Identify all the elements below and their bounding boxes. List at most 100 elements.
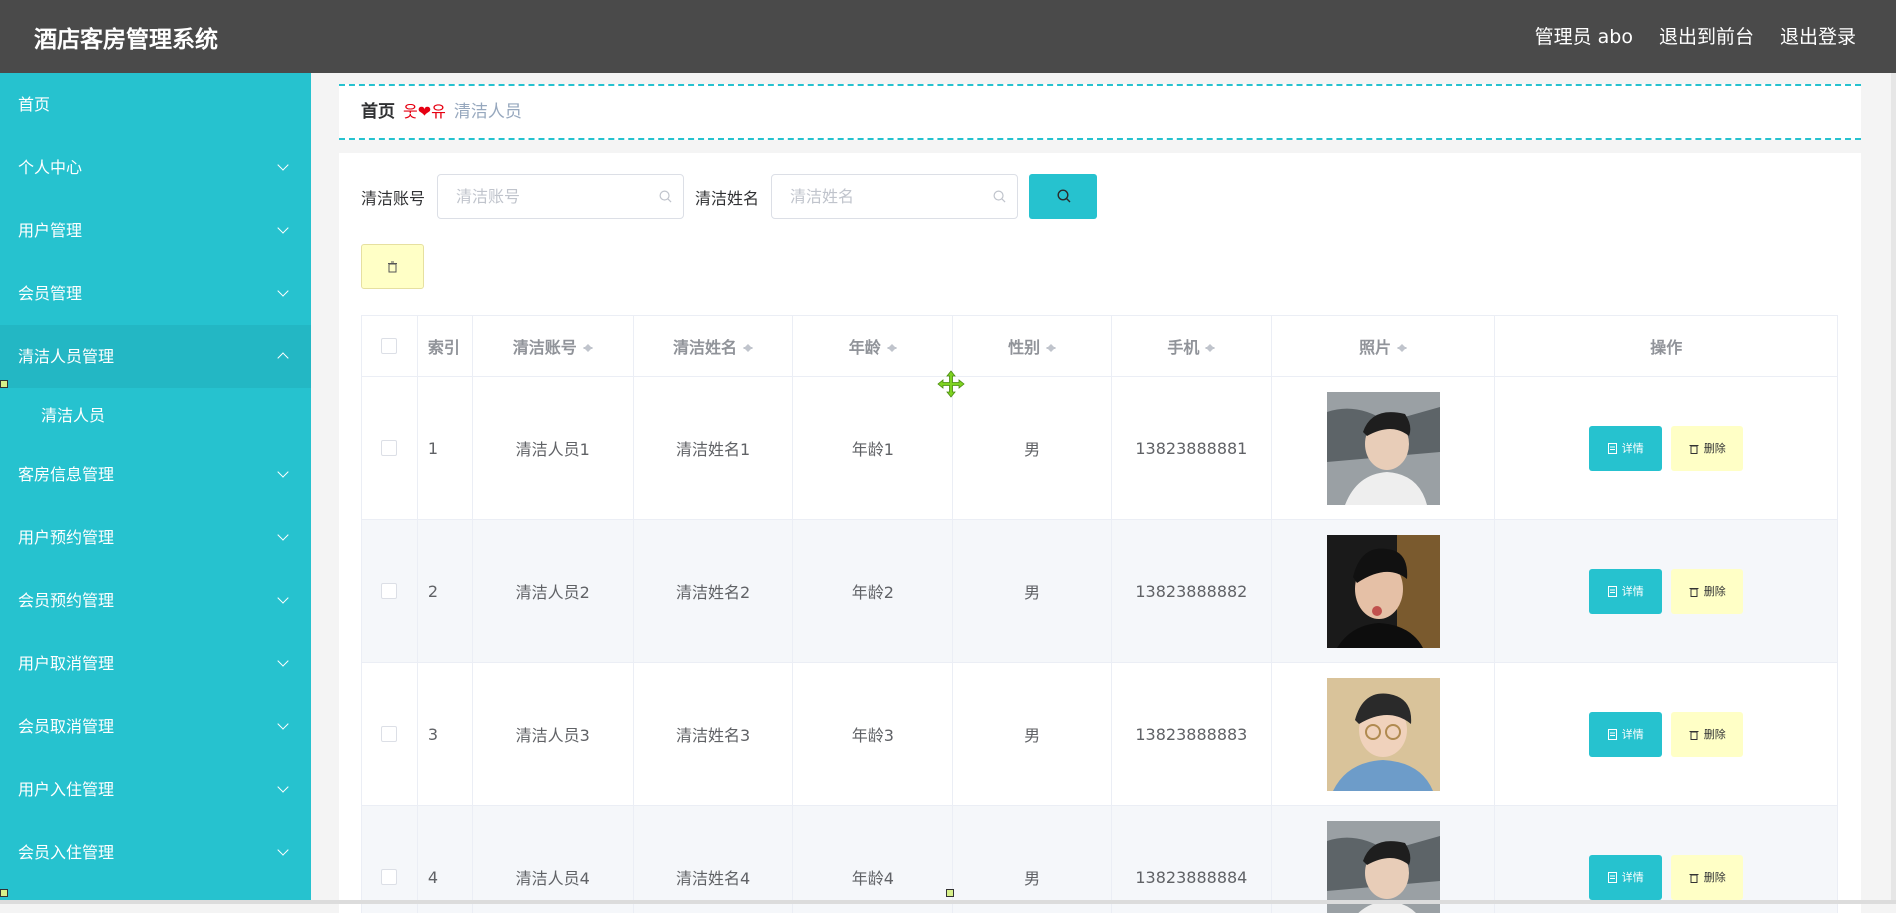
cleaner-photo[interactable] bbox=[1327, 678, 1440, 791]
header-name[interactable]: 清洁姓名 bbox=[634, 316, 794, 376]
detail-button[interactable]: 详情 bbox=[1589, 712, 1662, 757]
sidebar-item-user-cancel[interactable]: 用户取消管理 bbox=[0, 632, 311, 695]
admin-user-link[interactable]: 管理员 abo bbox=[1535, 22, 1633, 49]
header-phone[interactable]: 手机 bbox=[1112, 316, 1272, 376]
cell-age: 年龄1 bbox=[793, 377, 953, 519]
account-search-input[interactable] bbox=[438, 175, 683, 218]
resize-handle[interactable] bbox=[0, 889, 8, 897]
cell-account: 清洁人员4 bbox=[473, 806, 634, 913]
row-checkbox[interactable] bbox=[381, 440, 397, 456]
chevron-down-icon bbox=[277, 199, 289, 262]
header-label: 清洁姓名 bbox=[673, 334, 737, 358]
delete-button[interactable]: 删除 bbox=[1671, 855, 1743, 900]
header-account[interactable]: 清洁账号 bbox=[473, 316, 634, 376]
sidebar-item-label: 客房信息管理 bbox=[18, 465, 114, 484]
page-scrollbar[interactable] bbox=[1891, 73, 1896, 904]
detail-button[interactable]: 详情 bbox=[1589, 426, 1662, 471]
sort-icon[interactable] bbox=[1046, 338, 1056, 354]
cell-phone: 13823888883 bbox=[1112, 663, 1272, 805]
detail-label: 详情 bbox=[1622, 440, 1644, 456]
name-search-input[interactable] bbox=[772, 175, 1017, 218]
cell-age: 年龄3 bbox=[793, 663, 953, 805]
sidebar-item-user-booking[interactable]: 用户预约管理 bbox=[0, 506, 311, 569]
sidebar: 首页 个人中心 用户管理 会员管理 清洁人员管理 清洁人员 客房信息管理 用户预… bbox=[0, 73, 311, 904]
top-nav: 管理员 abo 退出到前台 退出登录 bbox=[1535, 22, 1856, 49]
sidebar-item-member-booking[interactable]: 会员预约管理 bbox=[0, 569, 311, 632]
delete-label: 删除 bbox=[1704, 440, 1726, 456]
table-row: 3 清洁人员3 清洁姓名3 年龄3 男 13823888883 详情 删除 bbox=[362, 663, 1837, 806]
sort-icon[interactable] bbox=[887, 338, 897, 354]
table-row: 2 清洁人员2 清洁姓名2 年龄2 男 13823888882 详情 删除 bbox=[362, 520, 1837, 663]
chevron-down-icon bbox=[277, 632, 289, 695]
chevron-down-icon bbox=[277, 821, 289, 884]
sidebar-item-room-info[interactable]: 客房信息管理 bbox=[0, 443, 311, 506]
top-header: 酒店客房管理系统 管理员 abo 退出到前台 退出登录 bbox=[0, 0, 1896, 73]
sort-icon[interactable] bbox=[583, 338, 593, 354]
sidebar-item-user-checkin[interactable]: 用户入住管理 bbox=[0, 758, 311, 821]
trash-icon bbox=[1689, 586, 1699, 597]
detail-button[interactable]: 详情 bbox=[1589, 855, 1662, 900]
delete-label: 删除 bbox=[1704, 869, 1726, 885]
cleaner-photo[interactable] bbox=[1327, 535, 1440, 648]
document-icon bbox=[1608, 586, 1617, 597]
row-checkbox[interactable] bbox=[381, 869, 397, 885]
delete-button[interactable]: 删除 bbox=[1671, 712, 1743, 757]
delete-button[interactable]: 删除 bbox=[1671, 426, 1743, 471]
breadcrumb: 首页웃❤유清洁人员 bbox=[339, 84, 1861, 140]
cell-name: 清洁姓名4 bbox=[634, 806, 794, 913]
header-gender[interactable]: 性别 bbox=[953, 316, 1112, 376]
sidebar-item-member-management[interactable]: 会员管理 bbox=[0, 262, 311, 325]
cell-name: 清洁姓名3 bbox=[634, 663, 794, 805]
header-age[interactable]: 年龄 bbox=[793, 316, 953, 376]
header-photo[interactable]: 照片 bbox=[1272, 316, 1496, 376]
search-icon bbox=[993, 190, 1006, 203]
cell-gender: 男 bbox=[953, 663, 1112, 805]
detail-label: 详情 bbox=[1622, 583, 1644, 599]
cell-name: 清洁姓名2 bbox=[634, 520, 794, 662]
cleaner-photo[interactable] bbox=[1327, 392, 1440, 505]
sidebar-item-label: 会员入住管理 bbox=[18, 843, 114, 862]
delete-label: 删除 bbox=[1704, 726, 1726, 742]
search-button[interactable] bbox=[1029, 174, 1097, 219]
sidebar-subitem-cleaners[interactable]: 清洁人员 bbox=[0, 388, 311, 443]
batch-delete-button[interactable] bbox=[361, 244, 424, 289]
sidebar-item-user-management[interactable]: 用户管理 bbox=[0, 199, 311, 262]
sidebar-item-member-cancel[interactable]: 会员取消管理 bbox=[0, 695, 311, 758]
trash-icon bbox=[1689, 443, 1699, 454]
sidebar-item-home[interactable]: 首页 bbox=[0, 73, 311, 136]
chevron-up-icon bbox=[277, 325, 289, 388]
resize-handle[interactable] bbox=[946, 889, 954, 897]
header-label: 照片 bbox=[1359, 334, 1391, 358]
sidebar-item-label: 会员取消管理 bbox=[18, 717, 114, 736]
search-bar: 清洁账号 清洁姓名 bbox=[361, 174, 1097, 219]
sidebar-item-personal-center[interactable]: 个人中心 bbox=[0, 136, 311, 199]
cell-gender: 男 bbox=[953, 806, 1112, 913]
row-checkbox[interactable] bbox=[381, 726, 397, 742]
delete-button[interactable]: 删除 bbox=[1671, 569, 1743, 614]
account-search-label: 清洁账号 bbox=[361, 185, 425, 209]
exit-to-front-link[interactable]: 退出到前台 bbox=[1659, 22, 1754, 49]
delete-label: 删除 bbox=[1704, 583, 1726, 599]
list-panel: 清洁账号 清洁姓名 索引 清洁账号 清洁姓名 年龄 bbox=[339, 153, 1861, 913]
resize-handle[interactable] bbox=[0, 380, 8, 388]
horizontal-scrollbar[interactable] bbox=[0, 900, 1896, 904]
cell-index: 3 bbox=[418, 663, 473, 805]
select-all-checkbox[interactable] bbox=[381, 338, 397, 354]
breadcrumb-home[interactable]: 首页 bbox=[361, 102, 395, 122]
detail-button[interactable]: 详情 bbox=[1589, 569, 1662, 614]
cell-name: 清洁姓名1 bbox=[634, 377, 794, 519]
sort-icon[interactable] bbox=[1205, 338, 1215, 354]
account-search-box bbox=[437, 174, 684, 219]
sort-icon[interactable] bbox=[743, 338, 753, 354]
document-icon bbox=[1608, 729, 1617, 740]
sidebar-item-member-checkin[interactable]: 会员入住管理 bbox=[0, 821, 311, 884]
sidebar-item-label: 会员管理 bbox=[18, 284, 82, 303]
trash-icon bbox=[387, 261, 398, 273]
logout-link[interactable]: 退出登录 bbox=[1780, 22, 1856, 49]
sidebar-item-label: 个人中心 bbox=[18, 158, 82, 177]
row-checkbox[interactable] bbox=[381, 583, 397, 599]
sort-icon[interactable] bbox=[1397, 338, 1407, 354]
sidebar-item-cleaner-management[interactable]: 清洁人员管理 bbox=[0, 325, 311, 388]
cell-index: 4 bbox=[418, 806, 473, 913]
table-row: 4 清洁人员4 清洁姓名4 年龄4 男 13823888884 详情 删除 bbox=[362, 806, 1837, 913]
